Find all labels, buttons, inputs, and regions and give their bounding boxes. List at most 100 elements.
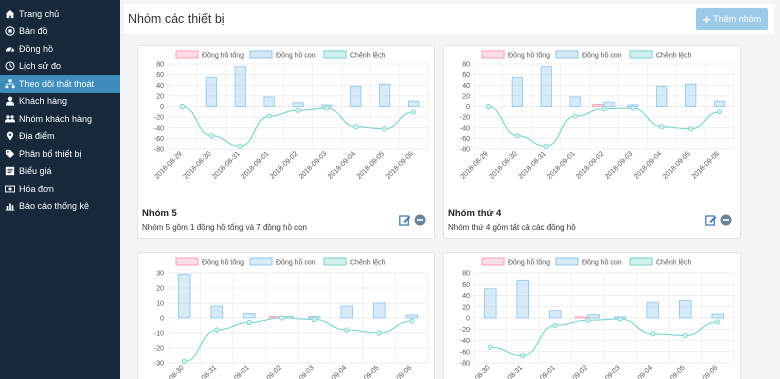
- bar-child: [407, 100, 420, 107]
- sidebar-item-label: Nhóm khách hàng: [19, 113, 93, 124]
- y-tick-label: -60: [460, 349, 470, 356]
- diff-point: [485, 103, 492, 110]
- sidebar-item-label: Lịch sử đo: [19, 61, 62, 72]
- x-tick-label: 2018-09-06: [689, 364, 719, 379]
- diff-point: [601, 106, 607, 112]
- diff-point: [179, 103, 186, 110]
- sidebar-item-11[interactable]: Báo cáo thống kê: [0, 198, 120, 216]
- x-tick-label: 2018-08-31: [494, 364, 524, 379]
- sidebar-item-1[interactable]: Bản đồ: [0, 23, 120, 41]
- x-tick-label: 2018-08-30: [488, 150, 518, 180]
- x-tick-label: 2018-09-02: [559, 364, 589, 379]
- x-tick-label: 2018-09-02: [575, 150, 605, 180]
- map-marker-icon: [6, 131, 14, 141]
- legend-swatch: [175, 257, 199, 266]
- legend-label: Đồng hồ con: [276, 51, 316, 60]
- group-title: Nhóm 5: [142, 208, 177, 219]
- bar-child: [711, 313, 724, 319]
- bar-child: [234, 66, 246, 107]
- y-tick-label: 80: [462, 271, 470, 278]
- price-list-icon: [5, 167, 15, 176]
- x-tick-label: 2018-09-06: [383, 364, 413, 379]
- diff-point: [410, 109, 417, 115]
- card-actions: [399, 214, 426, 226]
- edit-icon[interactable]: [705, 214, 717, 226]
- map-icon: [5, 26, 15, 36]
- x-tick-label: 2018-09-06: [385, 150, 415, 180]
- x-tick-label: 2018-09-05: [350, 364, 380, 379]
- sidebar-item-6[interactable]: Nhóm khách hàng: [0, 110, 120, 128]
- y-tick-label: -40: [460, 338, 470, 345]
- sidebar-item-2[interactable]: Đồng hồ: [0, 40, 120, 58]
- y-tick-label: 60: [156, 72, 164, 79]
- y-tick-label: 0: [466, 316, 470, 323]
- money-icon: [5, 185, 15, 193]
- y-tick-label: -80: [460, 147, 470, 154]
- group-title: Nhóm thứ 4: [448, 208, 502, 219]
- x-tick-label: 2018-09-04: [633, 150, 663, 180]
- x-tick-label: 2018-09-03: [285, 364, 315, 379]
- diff-point: [311, 316, 317, 323]
- x-tick-label: 2018-08-29: [154, 150, 184, 180]
- diff-point: [208, 133, 214, 139]
- x-tick-label: 2018-09-01: [220, 364, 250, 379]
- legend-swatch: [481, 50, 505, 59]
- legend-label: Chênh lệch: [656, 260, 692, 267]
- diff-point: [376, 330, 382, 336]
- sidebar-item-label: Khách hàng: [19, 96, 68, 107]
- x-tick-label: 2018-09-05: [662, 150, 692, 180]
- sidebar-item-3[interactable]: Lịch sử đo: [0, 58, 120, 76]
- x-tick-label: 2018-08-31: [211, 150, 241, 180]
- sidebar-item-9[interactable]: Biểu giá: [0, 163, 120, 181]
- sidebar-item-label: Trang chủ: [19, 8, 60, 19]
- x-tick-label: 2018-09-04: [624, 364, 654, 379]
- x-tick-label: 2018-08-29: [460, 150, 490, 180]
- legend-label: Đồng hồ tổng: [508, 51, 550, 60]
- diff-point: [617, 316, 623, 322]
- legend-swatch: [323, 50, 347, 59]
- sidebar-item-label: Biểu giá: [19, 166, 52, 177]
- diff-point: [295, 107, 301, 113]
- sidebar-item-0[interactable]: Trang chủ: [0, 5, 120, 23]
- x-tick-label: 2018-09-01: [526, 364, 556, 379]
- x-tick-label: 2018-09-01: [240, 150, 270, 180]
- bar-child: [340, 305, 353, 319]
- diff-point: [279, 315, 285, 321]
- sidebar-item-4[interactable]: Theo dõi thất thoát: [0, 75, 120, 93]
- x-tick-label: 2018-08-31: [188, 364, 218, 379]
- group-card: Đồng hồ tổng Đồng hồ con Chênh lệch 80 60 40 2…: [443, 45, 741, 239]
- sidebar-item-5[interactable]: Khách hàng: [0, 93, 120, 111]
- bar-child: [713, 100, 726, 107]
- x-tick-label: 2018-08-30: [182, 150, 212, 180]
- bar-total: [574, 316, 588, 319]
- edit-icon[interactable]: [399, 214, 411, 226]
- bar-child: [205, 76, 217, 107]
- sidebar-item-label: Địa điểm: [19, 131, 55, 142]
- bar-child: [178, 274, 191, 319]
- y-tick-label: -40: [154, 125, 164, 132]
- legend-label: Đồng hồ con: [582, 51, 622, 60]
- y-tick-label: -20: [460, 115, 470, 122]
- y-tick-label: 80: [156, 62, 164, 69]
- legend-label: Đồng hồ tổng: [202, 258, 244, 267]
- sidebar-item-10[interactable]: Hóa đơn: [0, 180, 120, 198]
- sidebar-item-8[interactable]: Phân bổ thiết bị: [0, 145, 120, 163]
- diff-point: [543, 143, 549, 149]
- add-group-button[interactable]: + Thêm nhóm: [696, 8, 768, 30]
- x-tick-label: 2018-09-04: [318, 364, 348, 379]
- legend-label: Chênh lệch: [350, 53, 386, 60]
- y-tick-label: -10: [154, 331, 164, 338]
- x-tick-label: 2018-09-05: [356, 150, 386, 180]
- remove-icon[interactable]: [414, 214, 426, 226]
- diff-point: [716, 109, 723, 115]
- sidebar-item-7[interactable]: Địa điểm: [0, 128, 120, 146]
- bar-child: [263, 96, 275, 107]
- y-tick-label: 0: [160, 316, 164, 323]
- diff-point: [214, 327, 220, 333]
- main-content: Nhóm các thiết bị + Thêm nhóm Đồng hồ tổn…: [120, 0, 780, 379]
- bar-child: [549, 310, 562, 319]
- x-tick-label: 2018-09-03: [591, 364, 621, 379]
- diff-line: [488, 105, 720, 147]
- remove-icon[interactable]: [720, 214, 732, 226]
- diff-point: [409, 318, 415, 324]
